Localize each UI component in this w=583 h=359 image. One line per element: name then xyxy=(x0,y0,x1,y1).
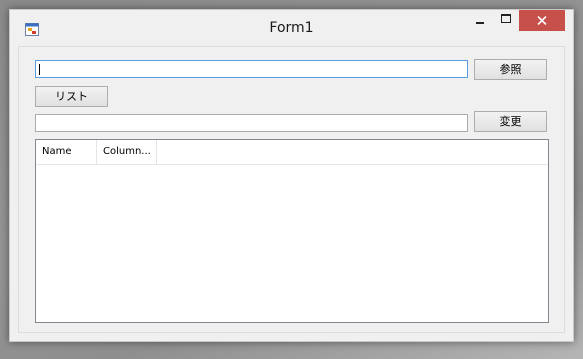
maximize-button[interactable] xyxy=(493,10,519,31)
form-window: Form1 参照 リスト 変更 Name Column... xyxy=(9,9,574,342)
title-bar[interactable]: Form1 xyxy=(10,10,573,46)
browse-button[interactable]: 参照 xyxy=(474,59,547,80)
column-header-column[interactable]: Column... xyxy=(97,140,157,164)
path-input[interactable] xyxy=(35,60,468,78)
rename-input[interactable] xyxy=(35,114,468,132)
text-caret xyxy=(39,64,40,75)
file-listview[interactable]: Name Column... xyxy=(35,139,549,323)
listview-header: Name Column... xyxy=(36,140,548,165)
list-button[interactable]: リスト xyxy=(35,86,108,107)
change-button[interactable]: 変更 xyxy=(474,111,547,132)
close-button[interactable] xyxy=(519,10,565,31)
minimize-button[interactable] xyxy=(467,10,493,31)
close-icon xyxy=(537,16,547,25)
column-header-name[interactable]: Name xyxy=(36,140,97,164)
